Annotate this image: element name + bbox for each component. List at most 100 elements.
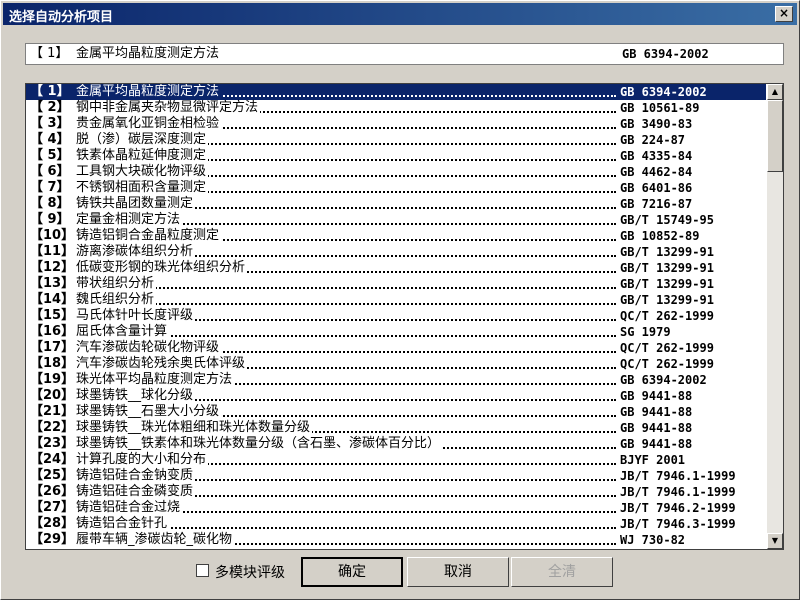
list-item-index: 【14】: [30, 292, 75, 307]
selected-item-name: 金属平均晶粒度测定方法: [76, 46, 220, 61]
list-item[interactable]: 【 4】 脱（渗）碳层深度测定 GB 224-87: [26, 132, 766, 148]
list-item-name-wrap: 屈氏体含量计算: [76, 324, 170, 340]
list-item-name-wrap: 马氏体针叶长度评级: [76, 308, 196, 324]
list-item-name: 不锈钢相面积含量测定: [76, 180, 209, 195]
list-item-standard: QC/T 262-1999: [620, 341, 714, 355]
list-item[interactable]: 【14】 魏氏组织分析 GB/T 13299-91: [26, 292, 766, 308]
list-item-name-wrap: 铸造铝合金针孔: [76, 516, 170, 532]
list-item[interactable]: 【22】 球墨铸铁__珠光体粗细和珠光体数量分级 GB 9441-88: [26, 420, 766, 436]
list-item[interactable]: 【 7】 不锈钢相面积含量测定 GB 6401-86: [26, 180, 766, 196]
dialog-title: 选择自动分析项目: [9, 10, 114, 25]
list-item[interactable]: 【26】 铸造铝硅合金磷变质 JB/T 7946.1-1999: [26, 484, 766, 500]
list-item-standard: GB 224-87: [620, 133, 686, 147]
list-item-index: 【28】: [30, 516, 75, 531]
list-item[interactable]: 【18】 汽车渗碳齿轮残余奥氏体评级 QC/T 262-1999: [26, 356, 766, 372]
list-item[interactable]: 【21】 球墨铸铁__石墨大小分级 GB 9441-88: [26, 404, 766, 420]
list-item-name: 球墨铸铁__石墨大小分级: [76, 404, 222, 419]
list-item[interactable]: 【16】 屈氏体含量计算 SG 1979: [26, 324, 766, 340]
list-item-name-wrap: 铸造铝硅合金过烧: [76, 500, 183, 516]
list-item[interactable]: 【 1】 金属平均晶粒度测定方法 GB 6394-2002: [26, 84, 766, 100]
list-item[interactable]: 【27】 铸造铝硅合金过烧 JB/T 7946.2-1999: [26, 500, 766, 516]
list-item-name-wrap: 贵金属氧化亚铜金相检验: [76, 116, 222, 132]
list-item-name: 铸造铝硅合金钠变质: [76, 468, 196, 483]
list-item-name: 马氏体针叶长度评级: [76, 308, 196, 323]
list-item-index: 【17】: [30, 340, 75, 355]
list-item[interactable]: 【 6】 工具钢大块碳化物评级 GB 4462-84: [26, 164, 766, 180]
list-item[interactable]: 【19】 珠光体平均晶粒度测定方法 GB 6394-2002: [26, 372, 766, 388]
list-item-name: 魏氏组织分析: [76, 292, 157, 307]
list-item-standard: GB 9441-88: [620, 437, 693, 451]
list-item-name-wrap: 钢中非金属夹杂物显微评定方法: [76, 100, 261, 116]
list-item-name-wrap: 球墨铸铁__石墨大小分级: [76, 404, 222, 420]
list-item-index: 【27】: [30, 500, 75, 515]
list-item-name-wrap: 铁素体晶粒延伸度测定: [76, 148, 209, 164]
list-item[interactable]: 【 3】 贵金属氧化亚铜金相检验 GB 3490-83: [26, 116, 766, 132]
list-item-name-wrap: 汽车渗碳齿轮残余奥氏体评级: [76, 356, 248, 372]
list-item-name: 金属平均晶粒度测定方法: [76, 84, 222, 99]
list-item[interactable]: 【 8】 铸铁共晶团数量测定 GB 7216-87: [26, 196, 766, 212]
list-item-name-wrap: 汽车渗碳齿轮碳化物评级: [76, 340, 222, 356]
list-item-name: 铸造铝硅合金过烧: [76, 500, 183, 515]
list-item-name-wrap: 铸造铝硅合金磷变质: [76, 484, 196, 500]
ok-button[interactable]: 确定: [301, 557, 403, 587]
list-item-index: 【10】: [30, 228, 75, 243]
list-item-name-wrap: 魏氏组织分析: [76, 292, 157, 308]
list-item-index: 【 9】: [30, 212, 70, 227]
list-item[interactable]: 【12】 低碳变形钢的珠光体组织分析 GB/T 13299-91: [26, 260, 766, 276]
list-item[interactable]: 【10】 铸造铝铜合金晶粒度测定 GB 10852-89: [26, 228, 766, 244]
list-item[interactable]: 【25】 铸造铝硅合金钠变质 JB/T 7946.1-1999: [26, 468, 766, 484]
list-item-name-wrap: 球墨铸铁__球化分级: [76, 388, 196, 404]
list-item-name-wrap: 带状组织分析: [76, 276, 157, 292]
list-item-standard: GB 10852-89: [620, 229, 700, 243]
list-item-index: 【16】: [30, 324, 75, 339]
list-item-name-wrap: 铸造铝铜合金晶粒度测定: [76, 228, 222, 244]
list-item[interactable]: 【 9】 定量金相测定方法 GB/T 15749-95: [26, 212, 766, 228]
list-item[interactable]: 【28】 铸造铝合金针孔 JB/T 7946.3-1999: [26, 516, 766, 532]
list-item-standard: GB 4462-84: [620, 165, 693, 179]
scroll-thumb[interactable]: [767, 100, 783, 172]
list-item-name-wrap: 珠光体平均晶粒度测定方法: [76, 372, 235, 388]
selected-item-index: 【 1】: [30, 46, 69, 61]
leader-dots: [76, 303, 616, 305]
list-item-standard: GB 9441-88: [620, 389, 693, 403]
list-item-name: 球墨铸铁__珠光体粗细和珠光体数量分级: [76, 420, 313, 435]
list-item[interactable]: 【 2】 钢中非金属夹杂物显微评定方法 GB 10561-89: [26, 100, 766, 116]
scroll-down-button[interactable]: ▼: [767, 533, 783, 549]
list-item[interactable]: 【20】 球墨铸铁__球化分级 GB 9441-88: [26, 388, 766, 404]
list-item-name: 铸造铝铜合金晶粒度测定: [76, 228, 222, 243]
list-item-name: 定量金相测定方法: [76, 212, 183, 227]
list-item-standard: JB/T 7946.3-1999: [620, 517, 736, 531]
list-item[interactable]: 【15】 马氏体针叶长度评级 QC/T 262-1999: [26, 308, 766, 324]
scroll-up-button[interactable]: ▲: [767, 84, 783, 100]
list-item-standard: GB/T 13299-91: [620, 245, 714, 259]
multi-module-checkbox-label[interactable]: 多模块评级: [215, 562, 285, 582]
analysis-item-list[interactable]: 【 1】 金属平均晶粒度测定方法 GB 6394-2002 【 2】 钢中非金属夹杂物显…: [25, 83, 784, 550]
list-item-name: 履带车辆_渗碳齿轮_碳化物: [76, 532, 235, 547]
list-item-standard: GB/T 13299-91: [620, 261, 714, 275]
list-item-name-wrap: 球墨铸铁__珠光体粗细和珠光体数量分级: [76, 420, 313, 436]
list-item-name: 屈氏体含量计算: [76, 324, 170, 339]
cancel-button[interactable]: 取消: [407, 557, 509, 587]
list-item-index: 【15】: [30, 308, 75, 323]
list-item-standard: GB 7216-87: [620, 197, 693, 211]
multi-module-checkbox[interactable]: [196, 564, 209, 577]
list-item[interactable]: 【24】 计算孔度的大小和分布 BJYF 2001: [26, 452, 766, 468]
list-item-index: 【24】: [30, 452, 75, 467]
list-item[interactable]: 【29】 履带车辆_渗碳齿轮_碳化物 WJ 730-82: [26, 532, 766, 548]
list-item-name: 脱（渗）碳层深度测定: [76, 132, 209, 147]
list-item-standard: QC/T 262-1999: [620, 309, 714, 323]
close-button[interactable]: ×: [775, 6, 793, 22]
list-item[interactable]: 【11】 游离渗碳体组织分析 GB/T 13299-91: [26, 244, 766, 260]
list-item[interactable]: 【17】 汽车渗碳齿轮碳化物评级 QC/T 262-1999: [26, 340, 766, 356]
list-item[interactable]: 【13】 带状组织分析 GB/T 13299-91: [26, 276, 766, 292]
list-item[interactable]: 【 5】 铁素体晶粒延伸度测定 GB 4335-84: [26, 148, 766, 164]
list-item[interactable]: 【23】 球墨铸铁__铁素体和珠光体数量分级（含石墨、渗碳体百分比） GB 9441…: [26, 436, 766, 452]
list-item-name-wrap: 履带车辆_渗碳齿轮_碳化物: [76, 532, 235, 548]
list-item-standard: SG 1979: [620, 325, 671, 339]
list-item-standard: GB/T 15749-95: [620, 213, 714, 227]
list-item-standard: GB/T 13299-91: [620, 293, 714, 307]
clear-all-button[interactable]: 全清: [511, 557, 613, 587]
dialog-titlebar[interactable]: 选择自动分析项目 ×: [3, 3, 797, 25]
list-scrollbar[interactable]: ▲ ▼: [767, 84, 783, 549]
list-item-name: 贵金属氧化亚铜金相检验: [76, 116, 222, 131]
